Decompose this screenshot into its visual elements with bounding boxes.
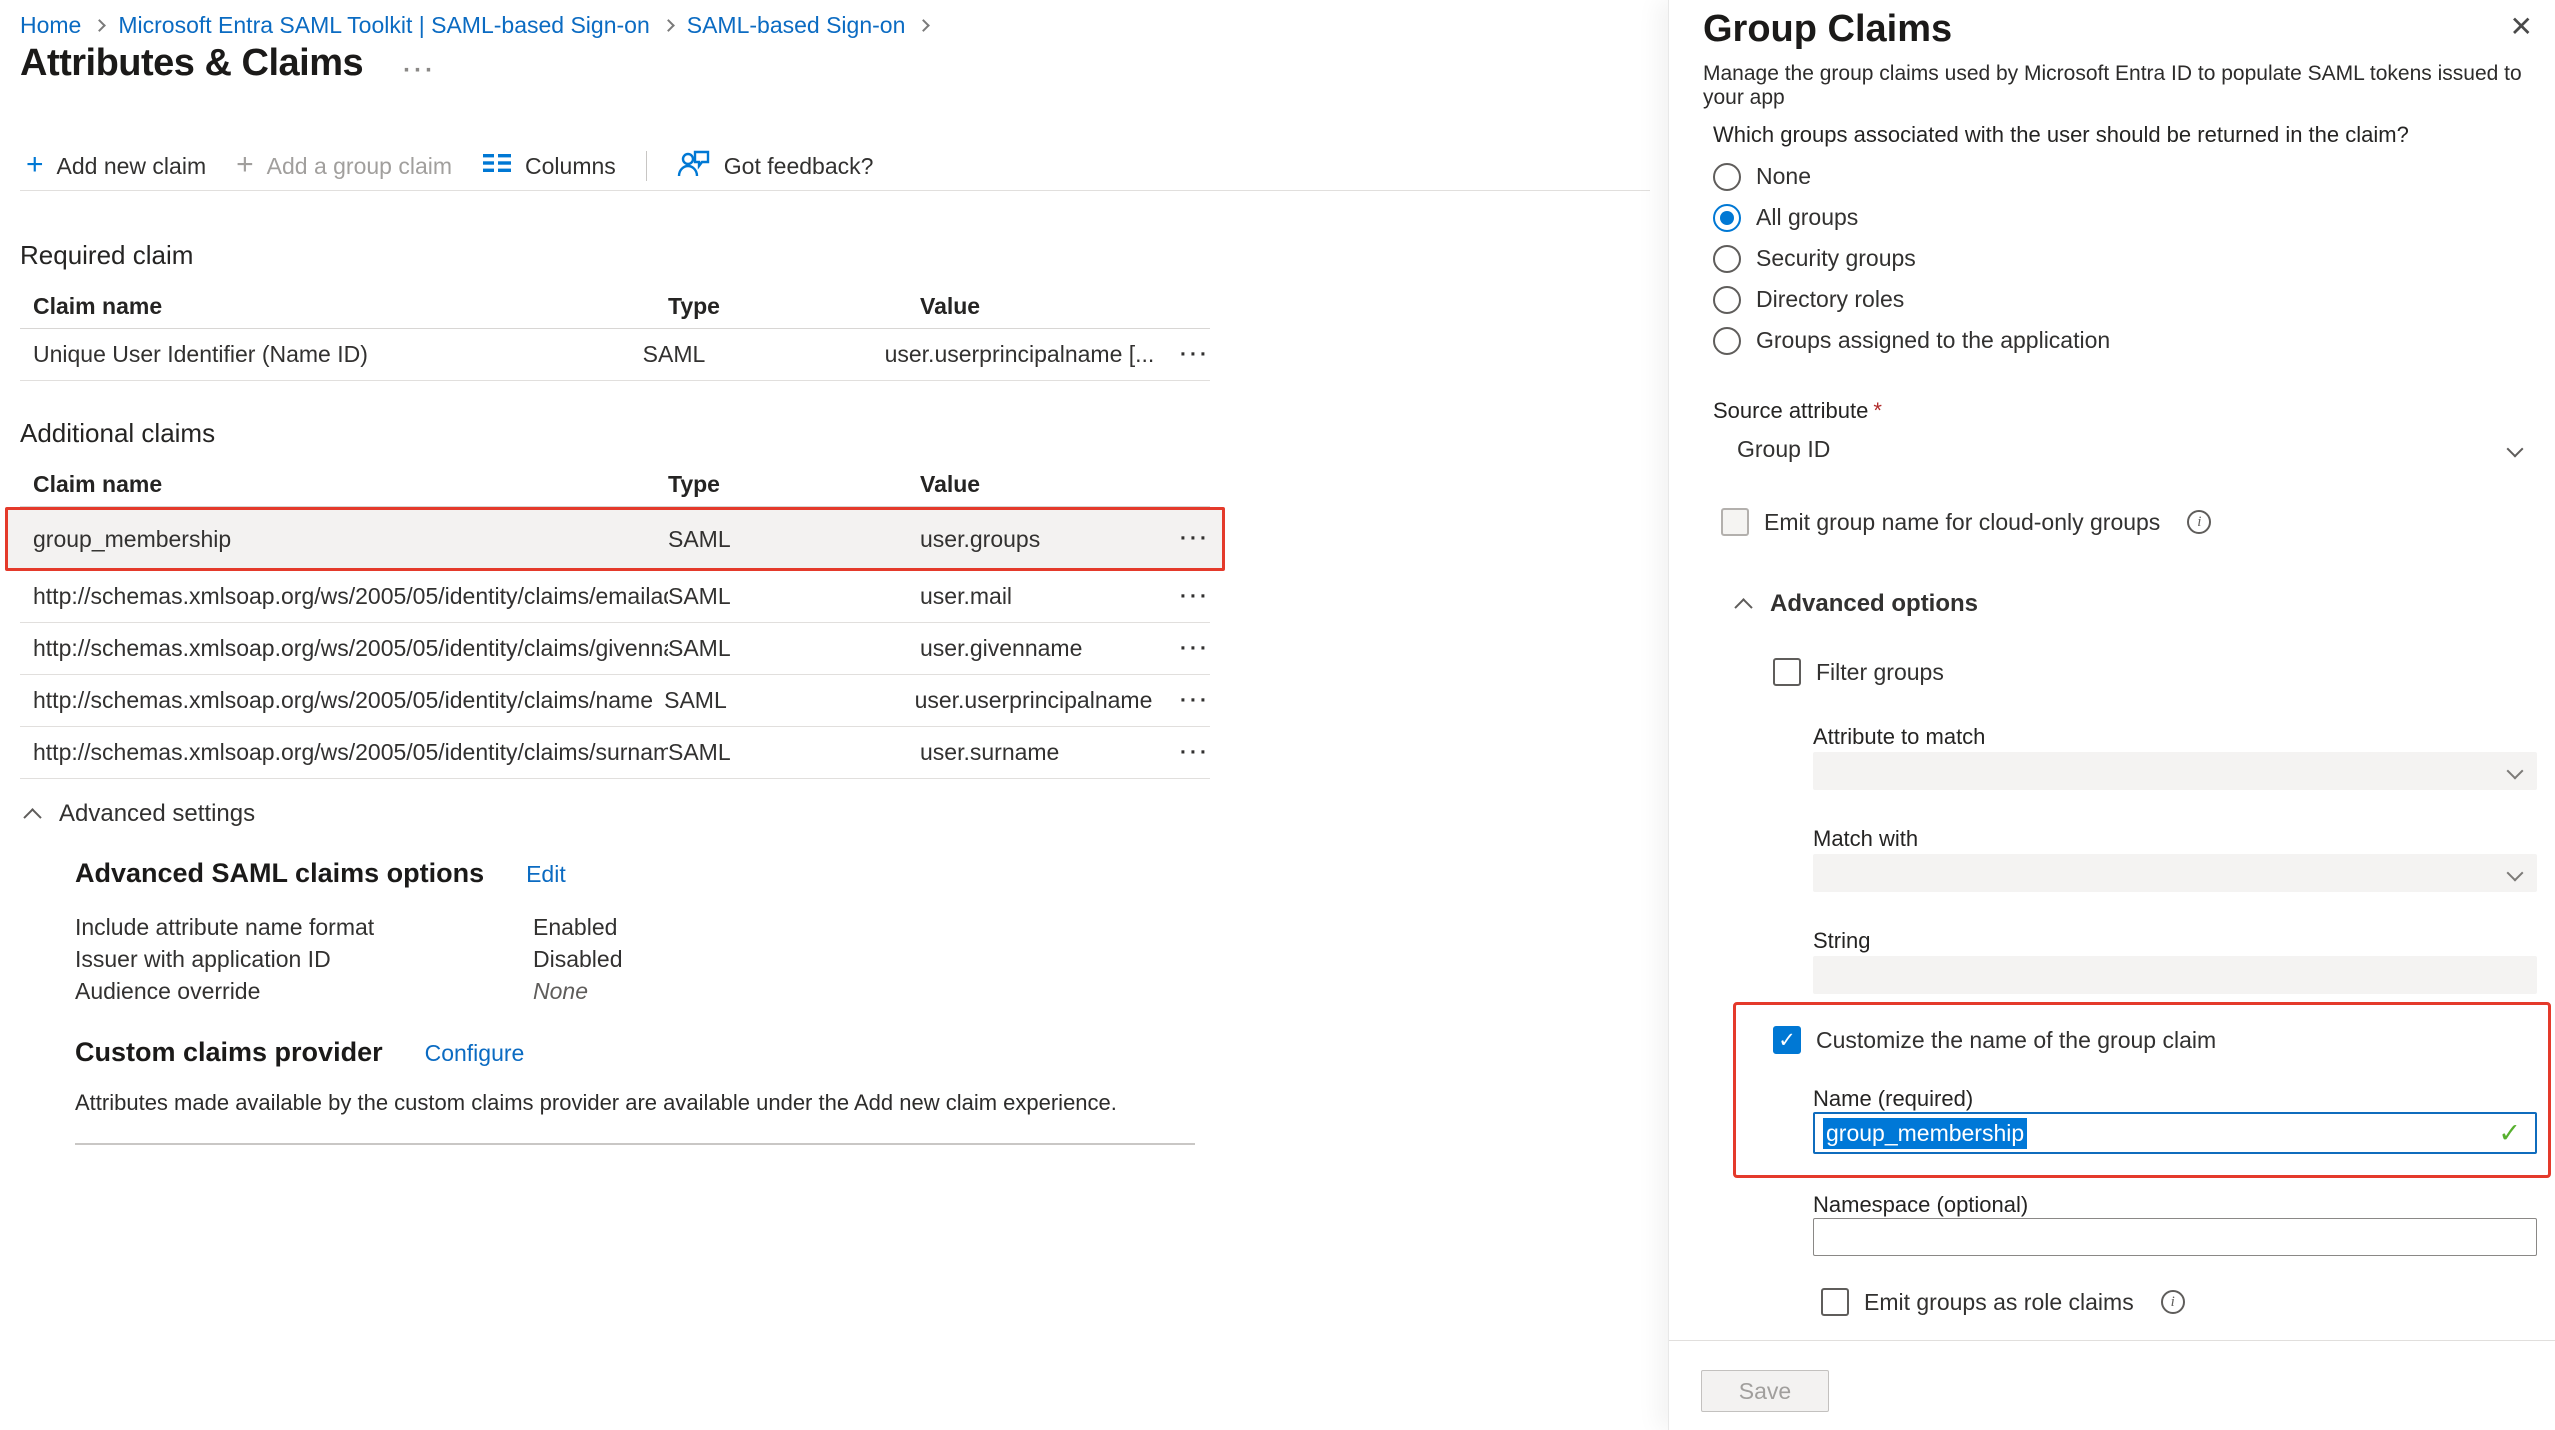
match-with-label: Match with <box>1813 826 1918 852</box>
namespace-label: Namespace (optional) <box>1813 1192 2028 1218</box>
kv-row: Issuer with application ID Disabled <box>75 943 1640 975</box>
checkbox-icon <box>1821 1288 1849 1316</box>
row-more-button[interactable]: ··· <box>1180 585 1210 609</box>
source-attribute-select[interactable]: Group ID <box>1721 428 2537 470</box>
radio-none[interactable]: None <box>1713 156 2110 197</box>
add-group-claim-button[interactable]: + Add a group claim <box>236 153 452 180</box>
saml-options-heading: Advanced SAML claims options <box>75 858 484 889</box>
page-title: Attributes & Claims <box>20 42 363 85</box>
table-header: Claim name Type Value <box>20 285 1210 329</box>
radio-icon <box>1713 327 1741 355</box>
custom-claims-provider-heading: Custom claims provider <box>75 1037 383 1068</box>
panel-title: Group Claims <box>1703 8 1952 51</box>
chevron-up-icon <box>23 808 41 826</box>
chevron-down-icon <box>2507 763 2524 780</box>
attribute-to-match-select[interactable] <box>1813 752 2537 790</box>
breadcrumb-chevron-icon <box>93 19 106 32</box>
valid-check-icon: ✓ <box>2498 1118 2521 1149</box>
radio-directory-roles[interactable]: Directory roles <box>1713 279 2110 320</box>
radio-icon <box>1713 163 1741 191</box>
table-row[interactable]: http://schemas.xmlsoap.org/ws/2005/05/id… <box>20 623 1210 675</box>
radio-groups-assigned[interactable]: Groups assigned to the application <box>1713 320 2110 361</box>
info-icon[interactable]: i <box>2161 1290 2185 1314</box>
group-claims-panel: Group Claims ✕ Manage the group claims u… <box>1668 0 2555 1430</box>
radio-security-groups[interactable]: Security groups <box>1713 238 2110 279</box>
radio-selected-icon <box>1713 204 1741 232</box>
breadcrumb-signon-link[interactable]: SAML-based Sign-on <box>687 12 906 39</box>
group-question-label: Which groups associated with the user sh… <box>1713 122 2409 148</box>
kv-row: Include attribute name format Enabled <box>75 911 1640 943</box>
page-more-button[interactable]: ··· <box>403 43 436 85</box>
edit-link[interactable]: Edit <box>526 861 566 888</box>
toolbar-rule <box>20 190 1650 191</box>
close-icon[interactable]: ✕ <box>2510 10 2533 43</box>
save-button[interactable]: Save <box>1701 1370 1829 1412</box>
match-with-select[interactable] <box>1813 854 2537 892</box>
customize-name-checkbox-row[interactable]: ✓ Customize the name of the group claim <box>1773 1026 2216 1054</box>
table-row[interactable]: http://schemas.xmlsoap.org/ws/2005/05/id… <box>20 571 1210 623</box>
advanced-options-toggle[interactable]: Advanced options <box>1731 590 1978 618</box>
additional-claims-section: Additional claims Claim name Type Value … <box>20 418 1210 779</box>
attribute-to-match-label: Attribute to match <box>1813 724 1985 750</box>
radio-icon <box>1713 286 1741 314</box>
command-bar: + Add new claim + Add a group claim Colu… <box>26 148 873 184</box>
selected-text: group_membership <box>1823 1118 2027 1149</box>
panel-subtitle: Manage the group claims used by Microsof… <box>1703 62 2525 110</box>
breadcrumb-home-link[interactable]: Home <box>20 12 81 39</box>
section-divider <box>75 1143 1195 1145</box>
checkbox-icon <box>1721 508 1749 536</box>
add-new-claim-button[interactable]: + Add new claim <box>26 153 206 180</box>
checkbox-icon <box>1773 658 1801 686</box>
additional-claims-heading: Additional claims <box>20 418 1210 449</box>
radio-icon <box>1713 245 1741 273</box>
table-row-group-membership-highlighted[interactable]: group_membership SAML user.groups ··· <box>5 507 1225 571</box>
chevron-down-icon <box>2507 441 2524 458</box>
breadcrumb-app-link[interactable]: Microsoft Entra SAML Toolkit | SAML-base… <box>118 12 649 39</box>
radio-all-groups[interactable]: All groups <box>1713 197 2110 238</box>
plus-icon: + <box>236 150 254 180</box>
required-claim-section: Required claim Claim name Type Value Uni… <box>20 240 1210 381</box>
row-more-button[interactable]: ··· <box>1180 527 1210 551</box>
info-icon[interactable]: i <box>2187 510 2211 534</box>
breadcrumb-chevron-icon <box>662 19 675 32</box>
table-row[interactable]: Unique User Identifier (Name ID) SAML us… <box>20 329 1210 381</box>
name-required-label: Name (required) <box>1813 1086 1973 1112</box>
string-label: String <box>1813 928 1870 954</box>
chevron-up-icon <box>1734 598 1752 616</box>
advanced-settings-toggle[interactable]: Advanced settings <box>20 800 1640 828</box>
row-more-button[interactable]: ··· <box>1180 741 1210 765</box>
panel-footer-divider <box>1669 1340 2555 1341</box>
kv-row: Audience override None <box>75 975 1640 1007</box>
columns-icon <box>482 151 512 181</box>
breadcrumb: Home Microsoft Entra SAML Toolkit | SAML… <box>20 12 930 39</box>
chevron-down-icon <box>2507 865 2524 882</box>
row-more-button[interactable]: ··· <box>1180 637 1210 661</box>
checkbox-checked-icon: ✓ <box>1773 1026 1801 1054</box>
namespace-input[interactable] <box>1813 1218 2537 1256</box>
string-input[interactable] <box>1813 956 2537 994</box>
source-attribute-label: Source attribute* <box>1713 398 1882 424</box>
emit-group-name-checkbox-row[interactable]: Emit group name for cloud-only groups i <box>1721 508 2211 536</box>
table-row[interactable]: http://schemas.xmlsoap.org/ws/2005/05/id… <box>20 675 1210 727</box>
custom-claims-description: Attributes made available by the custom … <box>75 1090 1640 1116</box>
group-radio-group: None All groups Security groups Director… <box>1713 156 2110 361</box>
table-row[interactable]: http://schemas.xmlsoap.org/ws/2005/05/id… <box>20 727 1210 779</box>
configure-link[interactable]: Configure <box>425 1040 525 1067</box>
columns-button[interactable]: Columns <box>482 151 616 181</box>
name-input[interactable]: group_membership ✓ <box>1813 1112 2537 1154</box>
toolbar-divider <box>646 151 647 181</box>
attributes-claims-page: Home Microsoft Entra SAML Toolkit | SAML… <box>0 0 1668 1430</box>
emit-roles-checkbox-row[interactable]: Emit groups as role claims i <box>1821 1288 2185 1316</box>
filter-groups-checkbox-row[interactable]: Filter groups <box>1773 658 1944 686</box>
advanced-settings-section: Advanced settings Advanced SAML claims o… <box>20 800 1640 1116</box>
table-header: Claim name Type Value <box>20 463 1210 507</box>
feedback-icon <box>677 148 711 184</box>
row-more-button[interactable]: ··· <box>1180 689 1210 713</box>
row-more-button[interactable]: ··· <box>1180 343 1210 367</box>
required-claim-heading: Required claim <box>20 240 1210 271</box>
breadcrumb-chevron-icon <box>917 19 930 32</box>
plus-icon: + <box>26 150 44 180</box>
got-feedback-button[interactable]: Got feedback? <box>677 148 874 184</box>
